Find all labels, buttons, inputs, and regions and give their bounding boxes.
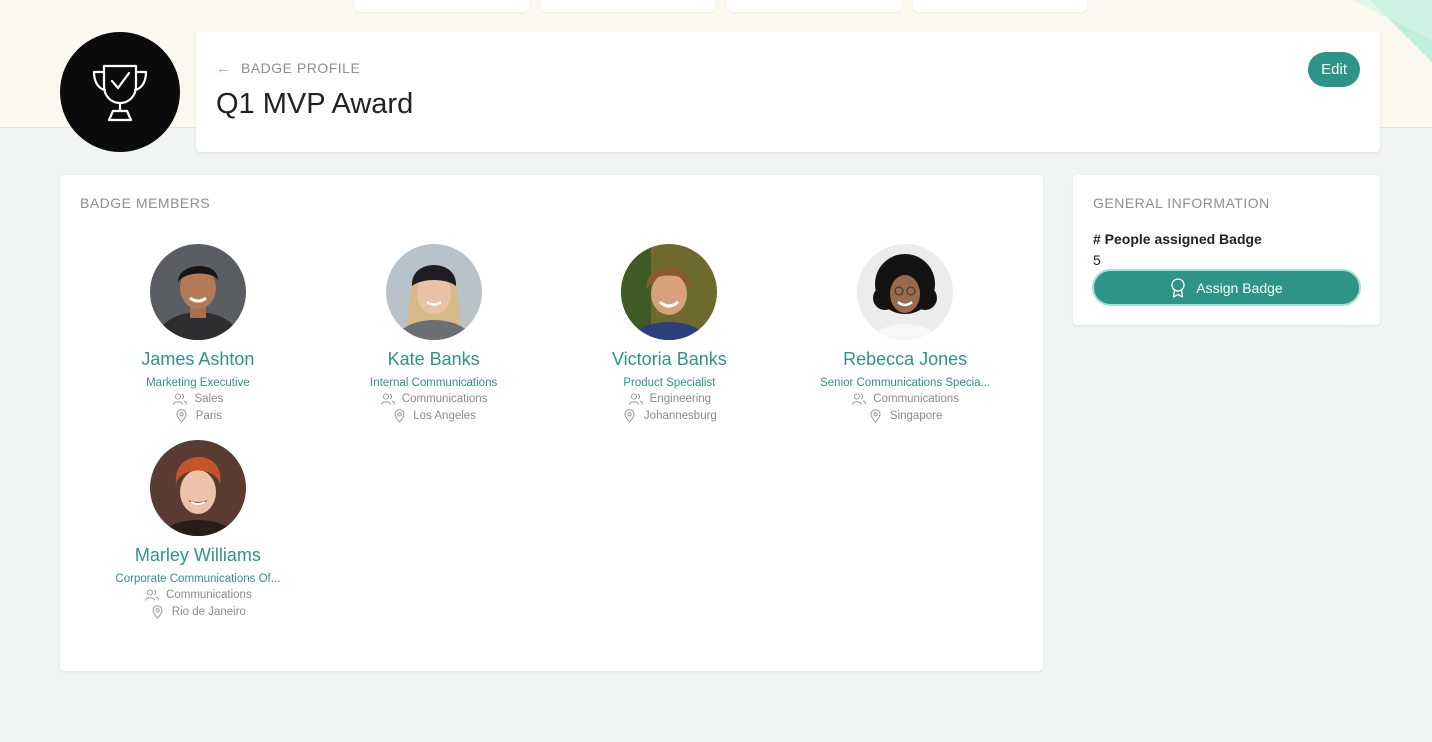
map-pin-icon <box>174 409 190 423</box>
member-title: Senior Communications Specia... <box>820 377 991 389</box>
avatar[interactable] <box>857 244 954 340</box>
page-title: Q1 MVP Award <box>216 88 414 120</box>
avatar[interactable] <box>149 244 246 340</box>
avatar[interactable] <box>621 244 718 340</box>
award-icon <box>1171 277 1185 298</box>
member-title: Marketing Executive <box>146 377 250 389</box>
member-card[interactable]: Victoria Banks Product Specialist Engine… <box>552 244 788 424</box>
trophy-check-icon <box>92 64 148 122</box>
top-card[interactable] <box>355 0 529 12</box>
people-assigned-count: 5 <box>1093 252 1101 268</box>
edit-button[interactable]: Edit <box>1308 52 1360 87</box>
back-link[interactable]: ← BADGE PROFILE <box>216 60 360 76</box>
map-pin-icon <box>622 409 638 423</box>
department-label: Engineering <box>649 393 712 405</box>
location-label: Rio de Janeiro <box>171 606 246 618</box>
member-name[interactable]: James Ashton <box>141 348 254 370</box>
top-card[interactable] <box>727 0 901 12</box>
member-title: Internal Communications <box>370 377 498 389</box>
location-label: Paris <box>195 410 222 422</box>
member-name[interactable]: Marley Williams <box>135 544 261 566</box>
member-department: Communications <box>851 391 959 407</box>
member-card[interactable]: Kate Banks Internal Communications Commu… <box>316 244 552 424</box>
member-name[interactable]: Kate Banks <box>388 348 480 370</box>
people-icon <box>144 588 160 602</box>
member-name[interactable]: Victoria Banks <box>612 348 727 370</box>
badge-members-card: BADGE MEMBERS James Ashton Marketing Exe… <box>60 175 1043 671</box>
avatar[interactable] <box>385 244 482 340</box>
location-label: Singapore <box>889 410 943 422</box>
section-heading: GENERAL INFORMATION <box>1093 195 1270 211</box>
general-information-card: GENERAL INFORMATION # People assigned Ba… <box>1073 175 1380 325</box>
department-label: Communications <box>401 393 488 405</box>
department-label: Sales <box>194 393 224 405</box>
members-grid: James Ashton Marketing Executive Sales P… <box>80 244 1023 620</box>
member-title: Corporate Communications Of... <box>115 573 281 585</box>
people-assigned-label: # People assigned Badge <box>1093 231 1262 247</box>
member-card[interactable]: James Ashton Marketing Executive Sales P… <box>80 244 316 424</box>
location-label: Johannesburg <box>643 410 717 422</box>
avatar[interactable] <box>149 440 246 536</box>
assign-badge-label[interactable]: Assign Badge <box>1196 280 1282 296</box>
member-location: Los Angeles <box>391 408 476 424</box>
people-icon <box>628 392 644 406</box>
member-location: Singapore <box>868 408 942 424</box>
member-department: Communications <box>144 587 252 603</box>
top-card[interactable] <box>913 0 1087 12</box>
member-location: Rio de Janeiro <box>150 604 246 620</box>
assign-badge-button[interactable]: Assign Badge <box>1092 269 1361 306</box>
top-card[interactable] <box>541 0 715 12</box>
arrow-left-icon[interactable]: ← <box>216 61 231 76</box>
map-pin-icon <box>391 409 407 423</box>
member-department: Sales <box>172 391 223 407</box>
member-card[interactable]: Marley Williams Corporate Communications… <box>80 440 316 620</box>
people-icon <box>172 392 188 406</box>
member-location: Johannesburg <box>622 408 717 424</box>
top-card-strip <box>355 0 1087 12</box>
member-name[interactable]: Rebecca Jones <box>843 348 967 370</box>
back-label[interactable]: BADGE PROFILE <box>241 60 360 76</box>
map-pin-icon <box>868 409 884 423</box>
member-card[interactable]: Rebecca Jones Senior Communications Spec… <box>787 244 1023 424</box>
badge-header-card: ← BADGE PROFILE Q1 MVP Award Edit <box>196 32 1380 152</box>
badge-image <box>60 32 180 152</box>
member-department: Engineering <box>628 391 711 407</box>
member-location: Paris <box>174 408 222 424</box>
department-label: Communications <box>873 393 959 405</box>
member-department: Communications <box>380 391 488 407</box>
people-icon <box>851 392 867 406</box>
section-heading: BADGE MEMBERS <box>80 195 211 211</box>
people-icon <box>380 392 396 406</box>
department-label: Communications <box>166 589 252 601</box>
map-pin-icon <box>150 605 166 619</box>
member-title: Product Specialist <box>623 377 716 389</box>
location-label: Los Angeles <box>413 410 476 422</box>
